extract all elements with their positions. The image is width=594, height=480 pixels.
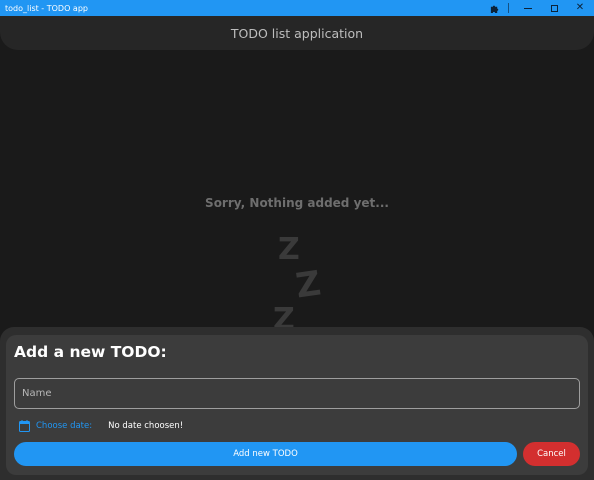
puzzle-icon bbox=[490, 5, 498, 13]
add-todo-button[interactable]: Add new TODO bbox=[14, 442, 517, 466]
empty-state-message: Sorry, Nothing added yet... bbox=[205, 196, 389, 210]
choose-date-button[interactable]: Choose date: bbox=[36, 421, 92, 431]
title-bar-separator bbox=[508, 3, 509, 13]
date-row: Choose date: No date choosen! bbox=[19, 419, 183, 433]
sleep-z-glyph: Z bbox=[278, 232, 300, 267]
name-input[interactable] bbox=[14, 378, 580, 409]
app-bar: TODO list application bbox=[0, 16, 594, 50]
minimize-icon bbox=[524, 7, 532, 9]
app-title: TODO list application bbox=[230, 25, 364, 41]
close-window-button[interactable]: ✕ bbox=[567, 0, 593, 16]
sheet-title: Add a new TODO: bbox=[14, 343, 167, 361]
window-title-bar: todo_list - TODO app ✕ bbox=[0, 0, 594, 16]
cancel-button[interactable]: Cancel bbox=[523, 442, 580, 466]
maximize-icon bbox=[550, 4, 558, 12]
window-title: todo_list - TODO app bbox=[5, 3, 88, 13]
maximize-button[interactable] bbox=[541, 0, 567, 16]
extension-button[interactable] bbox=[486, 0, 502, 16]
minimize-button[interactable] bbox=[515, 0, 541, 16]
close-icon: ✕ bbox=[575, 2, 585, 13]
sleep-z-glyph: Z bbox=[293, 263, 324, 307]
date-status-text: No date choosen! bbox=[108, 421, 184, 431]
calendar-icon[interactable] bbox=[19, 420, 30, 432]
